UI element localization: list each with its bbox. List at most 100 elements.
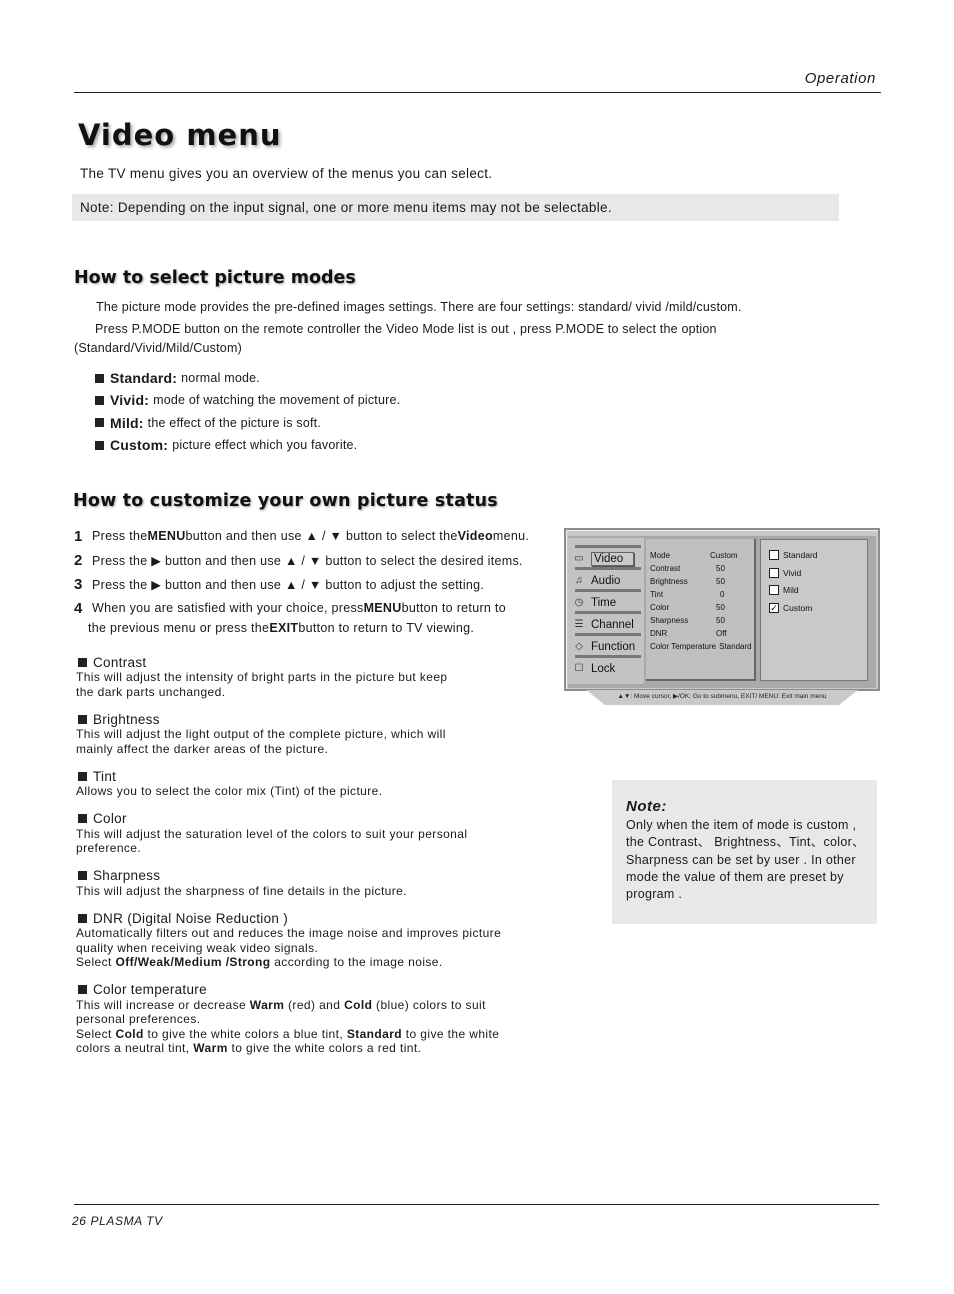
desc-text: according to the image noise. [270, 955, 443, 969]
setting-title: Color [76, 811, 556, 827]
osd-option-label: Mild [783, 585, 799, 595]
setting-description: Color temperature This will increase or d… [76, 982, 556, 1056]
osd-setting-row[interactable]: Tint 0 [650, 590, 724, 599]
setting-title: Sharpness [76, 868, 556, 884]
desc-line: This will adjust the intensity of bright… [76, 670, 556, 685]
osd-setting-row[interactable]: Sharpness 50 [650, 616, 725, 625]
osd-setting-row[interactable]: Color Temperature Standard [650, 642, 752, 651]
osd-option-standard[interactable]: Standard [769, 550, 818, 560]
footer-divider [74, 1204, 879, 1205]
checkbox-icon[interactable] [769, 550, 779, 560]
picture-modes-heading: How to select picture modes [74, 268, 356, 288]
osd-option-custom[interactable]: ✓ Custom [769, 602, 813, 613]
mode-name: Vivid: [110, 392, 150, 409]
note-title: Note: [626, 798, 667, 815]
osd-option-label: Custom [783, 602, 813, 613]
bullet-icon [95, 440, 104, 450]
step-number: 3 [74, 575, 83, 593]
osd-setting-name: Brightness [650, 577, 688, 586]
desc-text: Allows you to select the color mix (Tint… [76, 784, 383, 798]
step-item: 4 When you are satisfied with your choice… [74, 596, 529, 620]
setting-desc: This will adjust the intensity of bright… [76, 670, 556, 699]
desc-text: personal preferences. [76, 1012, 201, 1026]
osd-separator [575, 633, 641, 636]
step-item: 1 Press the MENU button and then use ▲ / … [74, 524, 529, 548]
step-text: button to return to TV viewing. [298, 621, 475, 635]
setting-description: Color This will adjust the saturation lev… [76, 811, 556, 856]
osd-setting-row[interactable]: Brightness 50 [650, 577, 725, 586]
step-number: 2 [74, 551, 83, 569]
osd-setting-name: Contrast [650, 564, 681, 573]
step-item: the previous menu or press the EXIT butt… [74, 620, 529, 636]
checkbox-icon[interactable] [769, 585, 779, 595]
osd-setting-value: Custom [710, 551, 738, 560]
setting-description: Tint Allows you to select the color mix (… [76, 768, 556, 799]
osd-menu-label: Lock [591, 662, 616, 675]
osd-setting-name: Mode [650, 551, 671, 560]
osd-mode-options: Standard Vivid Mild ✓ Custom [760, 539, 868, 681]
setting-title-text: Sharpness [93, 868, 161, 883]
osd-menu-item-function[interactable]: ◇ Function [571, 633, 643, 657]
osd-main-menu: ▭ Video ♫ Audio ◷ Time ☰ Channel ◇ Function ☐ Lock [568, 538, 644, 684]
desc-line: preference. [76, 841, 556, 856]
osd-setting-name: Sharpness [650, 616, 689, 625]
osd-separator [575, 545, 641, 548]
function-icon: ◇ [575, 640, 583, 652]
desc-text: This will adjust the saturation level of… [76, 826, 468, 841]
osd-menu-item-channel[interactable]: ☰ Channel [571, 611, 643, 635]
bullet-icon [95, 395, 104, 405]
osd-setting-name: Color [650, 603, 670, 612]
desc-line: personal preferences. [76, 1012, 556, 1027]
mode-desc: the effect of the picture is soft. [147, 415, 321, 430]
osd-setting-row[interactable]: Color 50 [650, 603, 725, 612]
desc-line: This will adjust the light output of the… [76, 727, 556, 742]
setting-desc: This will adjust the sharpness of fine d… [76, 884, 556, 899]
desc-text: This will adjust the intensity of bright… [76, 670, 448, 684]
setting-desc: This will adjust the saturation level of… [76, 827, 556, 856]
osd-menu-item-lock[interactable]: ☐ Lock [571, 655, 643, 679]
osd-menu-item-time[interactable]: ◷ Time [571, 589, 643, 613]
setting-descriptions: Contrast This will adjust the intensity o… [76, 654, 556, 1068]
note-body: Only when the item of mode is custom , t… [626, 818, 865, 902]
osd-menu-item-audio[interactable]: ♫ Audio [571, 567, 643, 591]
setting-desc: This will adjust the light output of the… [76, 727, 556, 756]
mode-name: Custom: [110, 437, 169, 454]
osd-setting-row[interactable]: Mode Custom [650, 551, 738, 560]
osd-setting-row[interactable]: Contrast 50 [650, 564, 725, 573]
osd-menu-item-video[interactable]: ▭ Video [571, 545, 643, 569]
intro-text: The TV menu gives you an overview of the… [80, 166, 493, 181]
desc-line: the dark parts unchanged. [76, 685, 556, 700]
input-signal-note: Note: Depending on the input signal, one… [72, 194, 839, 221]
setting-title-text: Tint [93, 768, 117, 784]
osd-help-bar: ▲▼: Move cursor, ▶/OK: Go to submenu, EX… [586, 690, 858, 705]
mode-item-vivid: Vivid: mode of watching the movement of p… [95, 389, 400, 411]
setting-description: Contrast This will adjust the intensity o… [76, 654, 556, 699]
setting-description: Brightness This will adjust the light out… [76, 711, 556, 756]
osd-option-vivid[interactable]: Vivid [769, 567, 802, 578]
desc-text: Select [76, 955, 116, 969]
desc-text: to give the white colors a blue tint, [143, 1026, 347, 1041]
osd-setting-row[interactable]: DNR Off [650, 629, 727, 638]
osd-option-mild[interactable]: Mild [769, 585, 799, 595]
setting-title: Contrast [76, 654, 556, 670]
osd-setting-value: Standard [719, 642, 752, 651]
step-text: MENU [363, 601, 402, 615]
checkbox-icon[interactable] [769, 567, 779, 578]
picture-modes-instructions: Press P.MODE button on the remote contro… [74, 322, 717, 355]
desc-text: Automatically filters out and reduces th… [76, 926, 502, 940]
desc-text: Warm [249, 997, 285, 1012]
desc-text: preference. [76, 841, 142, 855]
step-text: MENU [147, 529, 186, 543]
desc-text: Cold [115, 1026, 144, 1041]
osd-menu-label: Audio [591, 574, 621, 587]
checkbox-checked-icon[interactable]: ✓ [769, 602, 779, 613]
setting-desc: Allows you to select the color mix (Tint… [76, 784, 556, 799]
setting-title-text: Brightness [93, 711, 160, 727]
step-text: When you are satisfied with your choice,… [92, 601, 364, 615]
desc-text: colors a neutral tint, [76, 1041, 194, 1055]
osd-setting-name: Color Temperature [650, 642, 717, 651]
osd-option-label: Vivid [783, 567, 802, 578]
step-number: 1 [74, 527, 83, 545]
desc-text: (red) and [284, 997, 345, 1012]
lock-icon: ☐ [574, 662, 584, 674]
